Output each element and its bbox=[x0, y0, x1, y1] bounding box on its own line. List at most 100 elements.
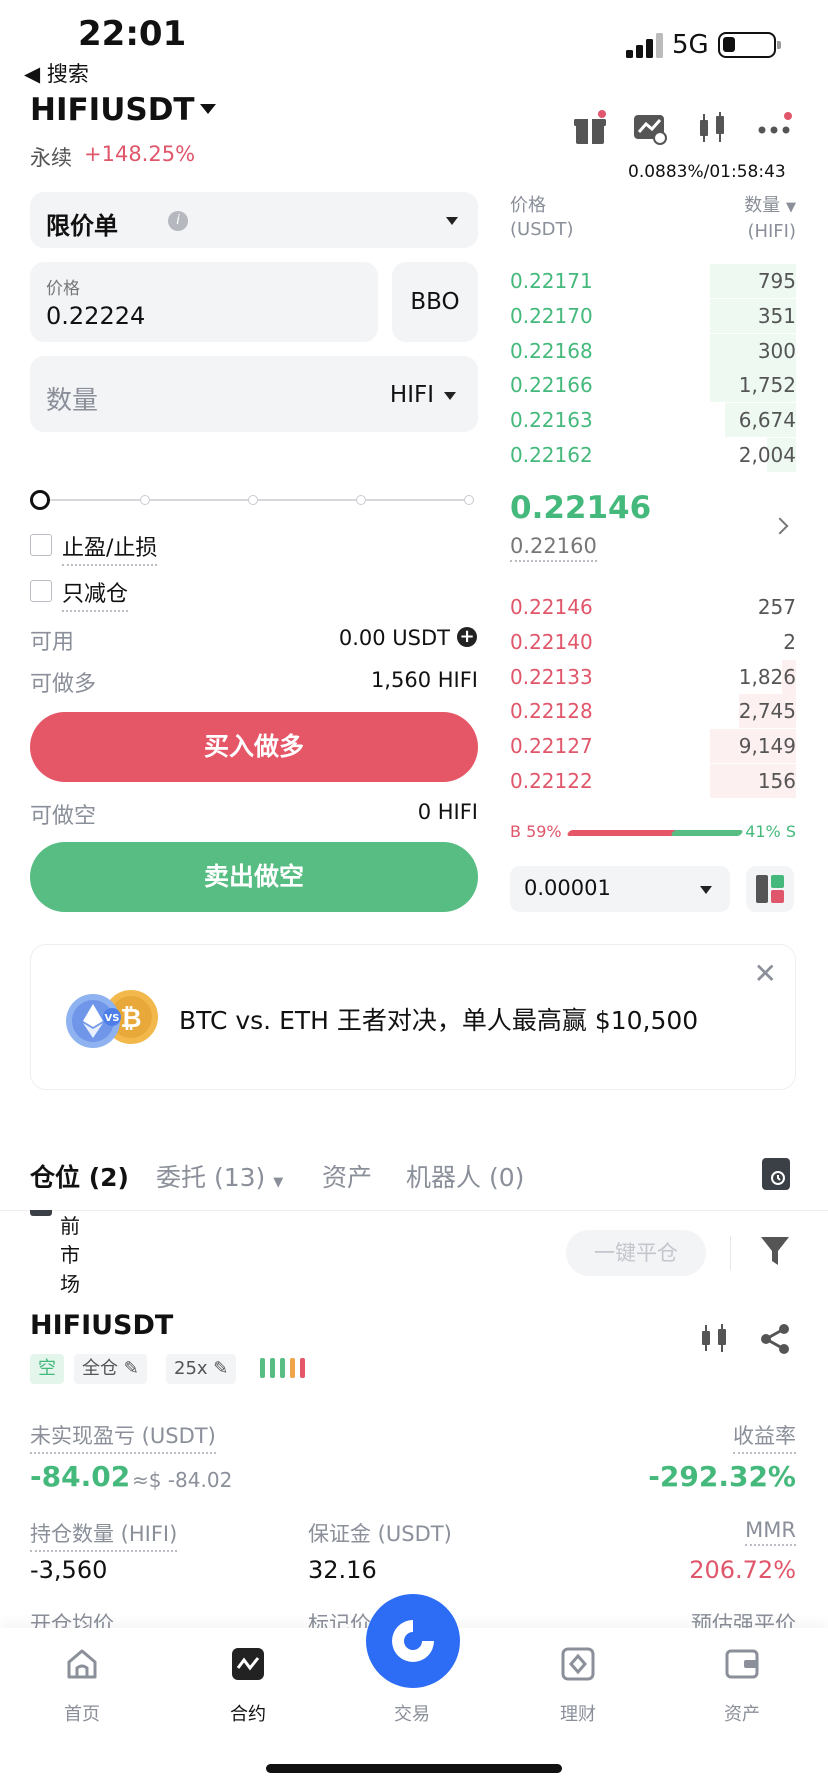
orderbook-qty: 156 bbox=[757, 769, 796, 793]
btc-eth-coins-icon: ₿ VS bbox=[66, 990, 158, 1048]
orderbook-row[interactable]: 0.22170 351 bbox=[510, 298, 796, 333]
nav-futures[interactable]: 合约 bbox=[208, 1700, 288, 1726]
current-market-checkbox[interactable] bbox=[30, 1210, 52, 1216]
size-label: 持仓数量 (HIFI) bbox=[30, 1518, 178, 1552]
home-icon[interactable] bbox=[64, 1646, 100, 1682]
more-icon[interactable] bbox=[756, 110, 792, 146]
chart-settings-icon[interactable] bbox=[632, 110, 668, 146]
network-label: 5G bbox=[672, 30, 709, 60]
filter-icon[interactable] bbox=[760, 1234, 790, 1268]
sell-ratio: 41% S bbox=[745, 822, 796, 841]
battery-icon bbox=[718, 32, 781, 58]
orderbook-qty: 2,745 bbox=[738, 699, 796, 724]
margin-mode-badge[interactable]: 全仓 ✎ bbox=[74, 1354, 147, 1384]
caret-down-icon bbox=[700, 886, 712, 894]
tab-positions[interactable]: 仓位 (2) bbox=[30, 1158, 129, 1194]
orderbook-price: 0.22163 bbox=[510, 408, 593, 433]
orderbook-row[interactable]: 0.22166 1,752 bbox=[510, 368, 796, 403]
orderbook-row[interactable]: 0.22146 257 bbox=[510, 590, 796, 624]
orderbook-price: 0.22133 bbox=[510, 664, 593, 689]
orderbook-row[interactable]: 0.22127 9,149 bbox=[510, 729, 796, 764]
risk-bar bbox=[260, 1358, 265, 1378]
tpsl-checkbox[interactable] bbox=[30, 534, 52, 556]
price-input[interactable]: 价格 0.22224 bbox=[30, 262, 378, 342]
reduce-only-label[interactable]: 只减仓 bbox=[62, 576, 129, 612]
caret-down-icon[interactable] bbox=[200, 104, 216, 114]
chevron-right-icon[interactable] bbox=[771, 517, 789, 535]
tab-assets[interactable]: 资产 bbox=[322, 1158, 372, 1194]
nav-home[interactable]: 首页 bbox=[42, 1700, 122, 1726]
nav-assets[interactable]: 资产 bbox=[702, 1700, 782, 1726]
position-symbol[interactable]: HIFIUSDT bbox=[30, 1310, 173, 1341]
wallet-icon[interactable] bbox=[724, 1646, 760, 1682]
promo-banner[interactable]: ₿ VS BTC vs. ETH 王者对决，单人最高赢 $10,500 ✕ bbox=[30, 944, 796, 1090]
back-to-search-link[interactable]: ◀ 搜索 bbox=[24, 58, 89, 88]
orderbook-row[interactable]: 0.22140 2 bbox=[510, 625, 796, 659]
tab-orders[interactable]: 委托 (13) ▼ bbox=[156, 1158, 283, 1194]
reduce-only-checkbox[interactable] bbox=[30, 580, 52, 602]
orderbook-qty: 2 bbox=[783, 629, 796, 654]
svg-text:₿: ₿ bbox=[120, 1004, 141, 1034]
leverage-badge[interactable]: 25x ✎ bbox=[166, 1354, 237, 1384]
candlestick-icon[interactable] bbox=[698, 1322, 730, 1356]
caret-down-icon bbox=[446, 217, 458, 225]
caret-down-icon bbox=[444, 392, 456, 400]
tab-bots[interactable]: 机器人 (0) bbox=[406, 1158, 524, 1194]
buy-sell-ratio: B 59% 41% S bbox=[510, 822, 796, 844]
ob-price-header: 价格 (USDT) bbox=[510, 195, 574, 240]
info-icon[interactable]: i bbox=[168, 211, 188, 231]
ob-qty-header[interactable]: 数量 ▼ (HIFI) bbox=[716, 194, 796, 244]
orderbook-layout-icon[interactable] bbox=[746, 866, 794, 912]
orderbook-price: 0.22140 bbox=[510, 629, 593, 654]
quantity-slider[interactable] bbox=[30, 490, 478, 510]
earn-icon[interactable] bbox=[560, 1646, 596, 1682]
history-icon[interactable] bbox=[762, 1158, 790, 1190]
orderbook-price: 0.22162 bbox=[510, 443, 593, 467]
trade-fab[interactable] bbox=[366, 1594, 460, 1688]
bbo-button[interactable]: BBO bbox=[392, 262, 478, 342]
nav-earn[interactable]: 理财 bbox=[538, 1700, 618, 1726]
orderbook-row[interactable]: 0.22163 6,674 bbox=[510, 403, 796, 438]
orderbook-row[interactable]: 0.22133 1,826 bbox=[510, 659, 796, 694]
upnl-label: 未实现盈亏 (USDT) bbox=[30, 1420, 216, 1454]
orderbook-row[interactable]: 0.22162 2,004 bbox=[510, 438, 796, 472]
buy-long-button[interactable]: 买入做多 bbox=[30, 712, 478, 782]
gift-icon[interactable] bbox=[572, 110, 608, 146]
long-max-label: 可做多 bbox=[30, 672, 97, 697]
nav-trade[interactable]: 交易 bbox=[372, 1700, 452, 1726]
tpsl-label[interactable]: 止盈/止损 bbox=[62, 530, 158, 566]
orderbook-row[interactable]: 0.22168 300 bbox=[510, 333, 796, 368]
price-change-pct: +148.25% bbox=[84, 142, 196, 166]
orderbook-row[interactable]: 0.22171 795 bbox=[510, 264, 796, 298]
pair-selector[interactable]: HIFIUSDT bbox=[30, 92, 195, 128]
precision-select[interactable]: 0.00001 bbox=[510, 866, 730, 912]
futures-icon[interactable] bbox=[230, 1646, 266, 1682]
orderbook-row[interactable]: 0.22122 156 bbox=[510, 764, 796, 798]
last-price: 0.22146 bbox=[510, 490, 652, 526]
slider-handle[interactable] bbox=[30, 490, 50, 510]
orderbook-price: 0.22171 bbox=[510, 269, 593, 293]
quantity-input[interactable]: 数量 HIFI bbox=[30, 356, 478, 432]
close-all-button[interactable]: 一键平仓 bbox=[566, 1230, 706, 1276]
svg-text:VS: VS bbox=[105, 1013, 120, 1024]
order-type-select[interactable]: 限价单 i bbox=[30, 192, 478, 248]
promo-text: BTC vs. ETH 王者对决，单人最高赢 $10,500 bbox=[179, 1006, 699, 1035]
risk-bar bbox=[270, 1358, 275, 1378]
price-value[interactable]: 0.22224 bbox=[46, 302, 145, 330]
candlestick-icon[interactable] bbox=[694, 110, 730, 146]
orderbook-row[interactable]: 0.22128 2,745 bbox=[510, 694, 796, 729]
add-funds-icon[interactable]: + bbox=[457, 627, 477, 647]
quantity-unit-select[interactable]: HIFI bbox=[390, 382, 434, 408]
orderbook-qty: 2,004 bbox=[738, 443, 796, 467]
orderbook-qty: 1,826 bbox=[738, 664, 796, 689]
price-label: 价格 bbox=[46, 279, 80, 299]
orderbook-qty: 351 bbox=[757, 303, 796, 328]
close-icon[interactable]: ✕ bbox=[754, 957, 777, 990]
current-market-filter-label[interactable]: 前市场 bbox=[60, 1212, 84, 1299]
sell-short-button[interactable]: 卖出做空 bbox=[30, 842, 478, 912]
size-value: -3,560 bbox=[30, 1556, 108, 1584]
orderbook-price: 0.22146 bbox=[510, 595, 593, 619]
orderbook-price: 0.22170 bbox=[510, 303, 593, 328]
share-icon[interactable] bbox=[758, 1322, 792, 1356]
orderbook-price: 0.22127 bbox=[510, 734, 593, 759]
